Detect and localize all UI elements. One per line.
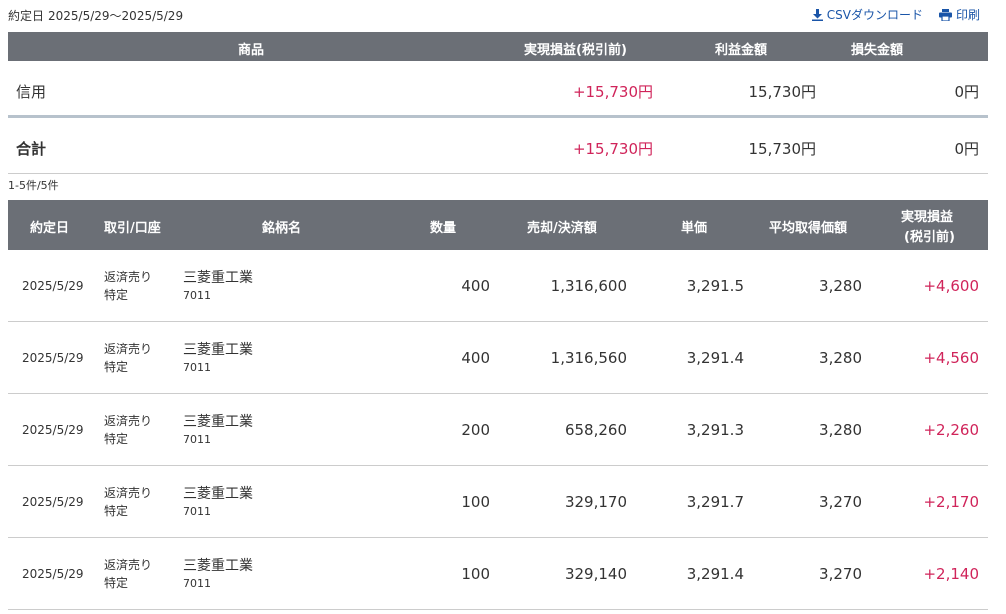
summary-row-realized: +15,730円: [572, 83, 653, 101]
col-pl-line2: (税引前): [904, 230, 955, 245]
summary-total-profit: 15,730円: [748, 140, 817, 158]
cell-name[interactable]: 三菱重工業: [183, 555, 253, 575]
period-value: 2025/5/29～2025/5/29: [48, 9, 184, 23]
cell-price: 3,291.7: [686, 493, 744, 511]
cell-date: 2025/5/29: [22, 279, 84, 293]
table-row: 2025/5/29 返済売り特定 三菱重工業 7011 400 1,316,56…: [8, 322, 988, 394]
cell-qty: 200: [461, 421, 490, 439]
summary-row-label: 信用: [16, 83, 47, 101]
cell-name[interactable]: 三菱重工業: [183, 339, 253, 359]
col-name: 銘柄名: [262, 221, 302, 236]
cell-amount: 329,140: [564, 565, 627, 583]
cell-trade-account: 返済売り 特定: [104, 412, 152, 448]
cell-qty: 100: [461, 565, 490, 583]
cell-pl: +2,260: [923, 421, 979, 439]
cell-code: 7011: [183, 505, 211, 518]
period-label: 約定日: [8, 9, 45, 23]
cell-pl: +4,600: [923, 277, 979, 295]
cell-trade-account: 返済売り 特定: [104, 556, 152, 592]
col-trade-account: 取引/口座: [104, 221, 161, 236]
cell-date: 2025/5/29: [22, 351, 84, 365]
cell-account: 特定: [104, 576, 129, 590]
table-row: 2025/5/29 返済売り 特定 三菱重工業 7011 200 658,260 …: [8, 394, 988, 466]
period-text: 約定日 2025/5/29～2025/5/29: [8, 7, 187, 24]
cell-code: 7011: [183, 289, 211, 302]
cell-qty: 400: [461, 349, 490, 367]
cell-code: 7011: [183, 361, 211, 374]
detail-header: 約定日 取引/口座 銘柄名 数量 売却/決済額 単価 平均取得価額 実現損益 (…: [8, 200, 988, 250]
cell-price: 3,291.4: [686, 349, 744, 367]
cell-amount: 1,316,600: [550, 277, 627, 295]
summary-row: 信用 +15,730円 15,730円 0円: [8, 61, 988, 118]
cell-date: 2025/5/29: [22, 423, 84, 437]
cell-trade-account: 返済売り 特定: [104, 268, 152, 304]
cell-account: 特定: [104, 432, 129, 446]
cell-pl: +2,140: [923, 565, 979, 583]
col-amount: 売却/決済額: [527, 221, 597, 236]
cell-trade: 返済売り: [104, 270, 153, 284]
cell-name[interactable]: 三菱重工業: [183, 267, 253, 287]
cell-avg: 3,280: [819, 421, 862, 439]
summary-col-profit: 利益金額: [715, 43, 768, 58]
cell-trade: 返済売り: [104, 414, 153, 428]
cell-trade: 返済売り: [104, 486, 153, 500]
cell-code: 7011: [183, 577, 211, 590]
detail-table: 約定日 取引/口座 銘柄名 数量 売却/決済額 単価 平均取得価額 実現損益 (…: [8, 200, 988, 610]
top-bar: 約定日 2025/5/29～2025/5/29 CSVダウンロード 印刷: [8, 6, 988, 24]
summary-header: 商品 実現損益(税引前) 利益金額 損失金額: [8, 32, 988, 61]
csv-download-label: CSVダウンロード: [826, 8, 923, 22]
print-label: 印刷: [955, 8, 980, 22]
cell-name[interactable]: 三菱重工業: [183, 483, 253, 503]
cell-amount: 1,316,560: [550, 349, 627, 367]
csv-download-link[interactable]: CSVダウンロード: [811, 6, 923, 23]
cell-name[interactable]: 三菱重工業: [183, 411, 253, 431]
cell-qty: 100: [461, 493, 490, 511]
cell-trade-account: 返済売り 特定: [104, 484, 152, 520]
summary-col-product: 商品: [238, 43, 265, 58]
download-icon: [811, 8, 823, 21]
cell-date: 2025/5/29: [22, 495, 84, 509]
summary-row-loss: 0円: [954, 83, 979, 101]
cell-pl: +4,560: [923, 349, 979, 367]
summary-row-profit: 15,730円: [748, 83, 817, 101]
col-price: 単価: [681, 221, 708, 236]
cell-avg: 3,270: [819, 493, 862, 511]
summary-col-realized: 実現損益(税引前): [524, 43, 627, 58]
result-count: 1-5件/5件: [8, 179, 59, 192]
cell-price: 3,291.3: [686, 421, 744, 439]
cell-avg: 3,270: [819, 565, 862, 583]
summary-total-loss: 0円: [954, 140, 979, 158]
cell-avg: 3,280: [819, 349, 862, 367]
summary-table: 商品 実現損益(税引前) 利益金額 損失金額 信用 +15,730円 15,73…: [8, 32, 988, 174]
cell-price: 3,291.4: [686, 565, 744, 583]
cell-amount: 329,170: [564, 493, 627, 511]
cell-pl: +2,170: [923, 493, 979, 511]
col-qty: 数量: [430, 221, 457, 236]
table-row: 2025/5/29 返済売り 特定 三菱重工業 7011 100 329,170 …: [8, 466, 988, 538]
summary-col-loss: 損失金額: [851, 43, 904, 58]
table-row: 2025/5/29 返済売り特定 三菱重工業 7011 400 1,316,60…: [8, 250, 988, 322]
cell-trade: 返済売り: [104, 342, 153, 356]
cell-avg: 3,280: [819, 277, 862, 295]
printer-icon: [938, 8, 952, 21]
col-avg: 平均取得価額: [769, 221, 848, 236]
summary-total-row: 合計 +15,730円 15,730円 0円: [8, 118, 988, 174]
print-link[interactable]: 印刷: [938, 6, 980, 23]
col-pl-line1: 実現損益: [901, 210, 954, 225]
actions: CSVダウンロード 印刷: [811, 6, 980, 23]
cell-account: 特定: [104, 288, 129, 302]
col-date: 約定日: [30, 221, 70, 236]
cell-date: 2025/5/29: [22, 567, 84, 581]
table-row: 2025/5/29 返済売り 特定 三菱重工業 7011 100 329,140 …: [8, 538, 988, 610]
cell-price: 3,291.5: [686, 277, 744, 295]
cell-trade: 返済売り: [104, 558, 153, 572]
summary-total-label: 合計: [16, 140, 47, 158]
cell-account: 特定: [104, 360, 129, 374]
cell-amount: 658,260: [564, 421, 627, 439]
summary-total-realized: +15,730円: [572, 140, 653, 158]
cell-code: 7011: [183, 433, 211, 446]
cell-account: 特定: [104, 504, 129, 518]
cell-qty: 400: [461, 277, 490, 295]
cell-trade-account: 返済売り 特定: [104, 340, 152, 376]
